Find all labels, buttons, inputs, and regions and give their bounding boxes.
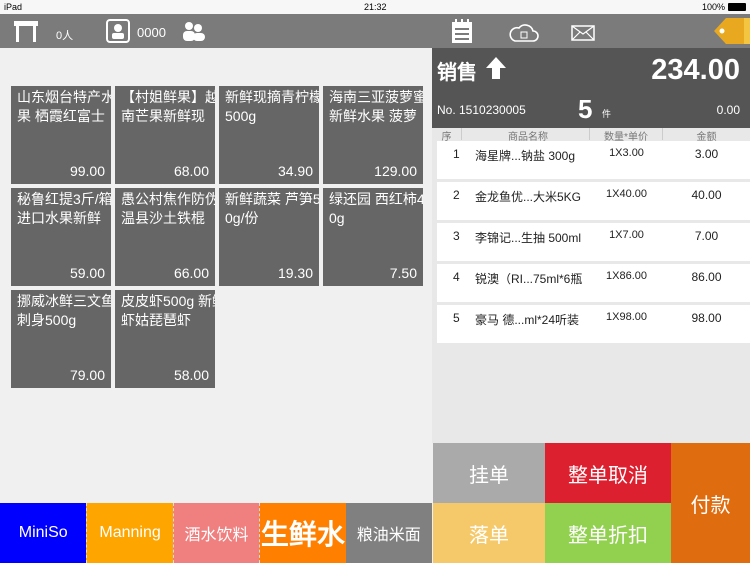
place-order-button[interactable]: 落单: [433, 503, 545, 563]
product-tile[interactable]: 挪威冰鲜三文鱼刺身500g 79.00: [11, 290, 111, 388]
arrow-up-icon[interactable]: [485, 56, 507, 80]
row-name: 锐澳（RI...75ml*6瓶: [475, 272, 583, 286]
product-tile[interactable]: 皮皮虾500g 新鲜虾姑琵琶虾 58.00: [115, 290, 215, 388]
col-header-amount: 金额: [696, 132, 717, 143]
category-tab[interactable]: Manning: [86, 503, 173, 563]
product-price: 7.50: [389, 265, 417, 281]
product-name: 绿还园 西红柿450g: [329, 191, 423, 226]
product-name: 新鲜现摘青柠檬1500g: [225, 89, 319, 124]
row-amount: 98.00: [691, 311, 722, 325]
table-row[interactable]: 4 锐澳（RI...75ml*6瓶 1X86.00 86.00: [437, 264, 750, 302]
category-tab[interactable]: MiniSo: [0, 503, 87, 563]
table-row[interactable]: 1 海星牌...钠盐 300g 1X3.00 3.00: [437, 141, 750, 179]
product-price: 79.00: [69, 367, 105, 383]
row-amount: 40.00: [691, 188, 722, 202]
category-tab[interactable]: 粮油米面: [345, 503, 432, 563]
row-qty-price: 1X86.00: [606, 270, 647, 282]
discount-order-button[interactable]: 整单折扣: [545, 503, 671, 563]
col-header-index: 序: [432, 128, 462, 143]
row-index: 4: [453, 270, 460, 284]
item-count-unit: 件: [602, 109, 612, 119]
product-name: 山东烟台特产水果 栖霞红富士: [17, 89, 111, 124]
product-price: 59.00: [69, 265, 105, 281]
product-name: 愚公村焦作防伪温县沙土铁棍: [121, 191, 215, 226]
discount-amount: 0.00: [716, 103, 740, 117]
cloud-icon[interactable]: [507, 21, 539, 43]
row-amount: 86.00: [691, 270, 722, 284]
product-tile[interactable]: 秘鲁红提3斤/箱 进口水果新鲜 59.00: [11, 188, 111, 286]
row-name: 豪马 德...ml*24听装: [475, 313, 580, 327]
table-icon[interactable]: [13, 19, 39, 43]
tag-icon[interactable]: [712, 16, 750, 46]
product-price: 66.00: [173, 265, 209, 281]
product-price: 129.00: [374, 163, 417, 179]
product-tile[interactable]: 【村姐鲜果】越南芒果新鲜现 68.00: [115, 86, 215, 184]
row-name: 金龙鱼优...大米5KG: [475, 190, 582, 204]
product-name: 海南三亚菠萝蜜 新鲜水果 菠萝: [329, 89, 423, 124]
member-card-icon[interactable]: [106, 19, 130, 43]
clock: 21:32: [364, 2, 387, 12]
row-qty-price: 1X40.00: [606, 188, 647, 200]
product-grid: 山东烟台特产水果 栖霞红富士 99.00 【村姐鲜果】越南芒果新鲜现 68.00 新鲜现…: [0, 48, 432, 503]
product-tile[interactable]: 愚公村焦作防伪温县沙土铁棍 66.00: [115, 188, 215, 286]
product-name: 秘鲁红提3斤/箱 进口水果新鲜: [17, 191, 111, 226]
members-group-icon[interactable]: [180, 20, 206, 42]
product-tile[interactable]: 山东烟台特产水果 栖霞红富士 99.00: [11, 86, 111, 184]
product-price: 34.90: [277, 163, 313, 179]
row-index: 3: [453, 229, 460, 243]
battery-label: 100%: [702, 2, 726, 12]
order-table: 序 商品名称 数量*单价 金额 1 海星牌...钠盐 300g 1X3.00 3…: [432, 128, 750, 443]
battery-icon: [728, 3, 746, 11]
notepad-icon[interactable]: [450, 18, 474, 44]
col-header-qty-price: 数量*单价: [590, 128, 663, 143]
row-index: 2: [453, 188, 460, 202]
row-name: 海星牌...钠盐 300g: [475, 149, 576, 163]
product-name: 新鲜蔬菜 芦笋500g/份: [225, 191, 319, 226]
sale-label: 销售: [437, 62, 477, 84]
row-amount: 3.00: [694, 147, 719, 161]
product-tile[interactable]: 新鲜现摘青柠檬1500g 34.90: [219, 86, 319, 184]
table-row[interactable]: 2 金龙鱼优...大米5KG 1X40.00 40.00: [437, 182, 750, 220]
order-number: No. 1510230005: [437, 103, 526, 117]
pay-button[interactable]: 付款: [671, 443, 750, 563]
category-tab[interactable]: 生鲜水: [259, 503, 346, 563]
status-bar: iPad 21:32 100%: [0, 0, 750, 14]
member-id: 0000: [137, 25, 166, 40]
product-price: 58.00: [173, 367, 209, 383]
product-name: 皮皮虾500g 新鲜虾姑琵琶虾: [121, 293, 215, 328]
product-tile[interactable]: 绿还园 西红柿450g 7.50: [323, 188, 423, 286]
item-count: 5: [578, 94, 593, 124]
mail-icon[interactable]: [571, 25, 595, 41]
product-price: 68.00: [173, 163, 209, 179]
row-qty-price: 1X7.00: [609, 229, 644, 241]
cancel-order-button[interactable]: 整单取消: [545, 443, 671, 503]
top-toolbar: 0人 0000: [0, 14, 750, 48]
row-index: 1: [453, 147, 460, 161]
table-row[interactable]: 3 李锦记...生抽 500ml 1X7.00 7.00: [437, 223, 750, 261]
row-name: 李锦记...生抽 500ml: [475, 231, 582, 245]
device-label: iPad: [4, 2, 23, 12]
product-name: 【村姐鲜果】越南芒果新鲜现: [121, 89, 215, 124]
category-tab[interactable]: 酒水饮料: [172, 503, 260, 563]
hold-order-button[interactable]: 挂单: [433, 443, 545, 503]
product-price: 19.30: [277, 265, 313, 281]
col-header-name: 商品名称: [467, 128, 590, 143]
people-count: 0人: [56, 30, 74, 42]
product-tile[interactable]: 新鲜蔬菜 芦笋500g/份 19.30: [219, 188, 319, 286]
row-qty-price: 1X3.00: [609, 147, 644, 159]
product-tile[interactable]: 海南三亚菠萝蜜 新鲜水果 菠萝 129.00: [323, 86, 423, 184]
sale-total: 234.00: [651, 54, 740, 86]
row-index: 5: [453, 311, 460, 325]
row-qty-price: 1X98.00: [606, 311, 647, 323]
product-name: 挪威冰鲜三文鱼刺身500g: [17, 293, 111, 328]
table-row[interactable]: 5 豪马 德...ml*24听装 1X98.00 98.00: [437, 305, 750, 343]
product-price: 99.00: [69, 163, 105, 179]
sale-summary: 销售 234.00 No. 1510230005 5 件 0.00: [432, 48, 750, 128]
row-amount: 7.00: [694, 229, 719, 243]
